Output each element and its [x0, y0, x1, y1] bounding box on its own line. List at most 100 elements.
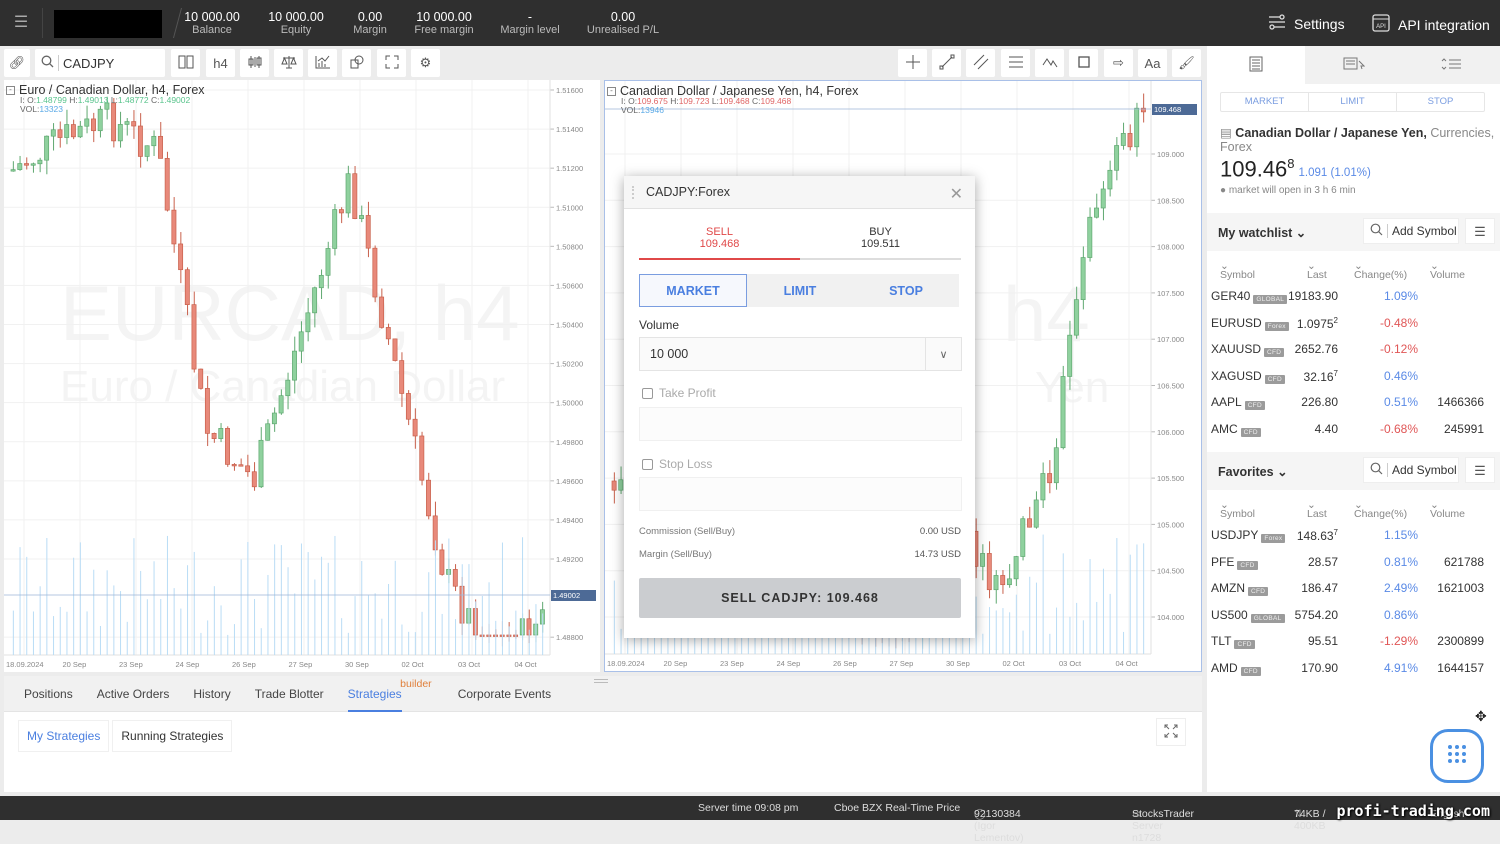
watchlist-row[interactable]: AMC CFD 4.40 -0.68% 245991	[1207, 416, 1500, 442]
stop-loss-input[interactable]	[639, 477, 962, 511]
volume-field[interactable]: 10 000 ∨	[639, 337, 962, 371]
tab-active-orders[interactable]: Active Orders	[97, 676, 170, 712]
collapse-icon[interactable]: -	[6, 85, 15, 95]
chevron-down-icon[interactable]: ∨	[925, 338, 961, 370]
watchlist-row[interactable]: AMD CFD 170.90 4.91% 1644157	[1207, 655, 1500, 681]
watchlist-row[interactable]: AMZN CFD 186.47 2.49% 1621003	[1207, 575, 1500, 601]
tab-sort-list[interactable]	[1402, 46, 1500, 84]
candle-body	[64, 124, 70, 138]
sell-submit-button[interactable]: SELL CADJPY: 109.468	[639, 578, 961, 618]
quick-type-stop[interactable]: STOP	[1397, 93, 1484, 111]
crosshair-tool[interactable]	[898, 49, 927, 77]
volume-label: Volume	[639, 318, 680, 332]
expand-panel-button[interactable]	[1156, 718, 1186, 746]
quick-type-limit[interactable]: LIMIT	[1309, 93, 1397, 111]
favorites-menu-icon[interactable]: ☰	[1465, 457, 1495, 483]
apps-fab-button[interactable]	[1430, 729, 1484, 783]
watchlist-row[interactable]: USDJPY Forex 148.637 1.15%	[1207, 522, 1500, 548]
watchlist-title[interactable]: My watchlist ⌄	[1218, 225, 1306, 240]
candle-body	[204, 388, 210, 434]
col-last[interactable]: Last ⌄	[1307, 260, 1327, 281]
tab-order-ticket[interactable]	[1207, 46, 1305, 84]
tab-history[interactable]: History	[193, 676, 230, 712]
close-value: 1.49002	[159, 95, 191, 105]
brush-tool[interactable]: 🖌︎	[1172, 49, 1201, 77]
tab-quick-trade[interactable]	[1305, 46, 1403, 84]
close-icon[interactable]: ✕	[950, 184, 963, 204]
add-symbol-button[interactable]: Add Symbol	[1363, 218, 1459, 244]
watchlist-row[interactable]: US500 GLOBAL 5754.20 0.86%	[1207, 602, 1500, 628]
col-last[interactable]: Last ⌄	[1307, 499, 1327, 520]
dialog-header[interactable]: CADJPY:Forex ✕	[624, 176, 975, 209]
add-symbol-button[interactable]: Add Symbol	[1363, 457, 1459, 483]
collapse-icon[interactable]: -	[607, 86, 616, 96]
rectangle-tool[interactable]	[1069, 49, 1098, 77]
arrow-tool[interactable]: ⇨	[1104, 49, 1133, 77]
channel-tool[interactable]	[966, 49, 995, 77]
symbol-search[interactable]: CADJPY	[35, 49, 165, 77]
candle-body	[211, 433, 217, 439]
drag-handle-icon[interactable]	[632, 186, 636, 199]
order-type-stop[interactable]: STOP	[853, 274, 959, 307]
fullscreen-button[interactable]	[377, 49, 406, 77]
chart-type-button[interactable]	[240, 49, 269, 77]
tab-positions[interactable]: Positions	[24, 676, 73, 712]
tab-corporate-events[interactable]: Corporate Events	[458, 676, 551, 712]
col-change[interactable]: Change(%) ⌄	[1354, 499, 1407, 520]
favorites-title[interactable]: Favorites ⌄	[1218, 464, 1288, 479]
timeframe-button[interactable]: h4	[206, 49, 235, 77]
order-type-limit[interactable]: LIMIT	[747, 274, 853, 307]
resize-handle[interactable]	[594, 679, 608, 683]
col-volume[interactable]: Volume ⌄	[1430, 260, 1465, 281]
chart-settings-button[interactable]: ⚙	[411, 49, 440, 77]
compare-button[interactable]	[274, 49, 303, 77]
watchlist-row[interactable]: TLT CFD 95.51 -1.29% 2300899	[1207, 628, 1500, 654]
fibonacci-tool[interactable]	[1001, 49, 1030, 77]
tab-trade-blotter[interactable]: Trade Blotter	[255, 676, 324, 712]
api-integration-button[interactable]: API API integration	[1372, 14, 1490, 35]
watchlist-row[interactable]: PFE CFD 28.57 0.81% 621788	[1207, 549, 1500, 575]
price-tick-label: 1.49800	[556, 438, 583, 447]
subtab-running-strategies[interactable]: Running Strategies	[112, 720, 233, 752]
objects-button[interactable]	[342, 49, 371, 77]
stop-loss-checkbox[interactable]	[642, 458, 653, 470]
row-change: 0.46%	[1383, 368, 1418, 383]
hamburger-menu-icon[interactable]: ☰	[10, 12, 32, 34]
link-button[interactable]: 🔗︎	[4, 49, 30, 77]
date-tick-label: 20 Sep	[63, 660, 87, 669]
symbol-input[interactable]: CADJPY	[63, 56, 114, 71]
tab-strategies[interactable]: Strategies builder	[347, 676, 432, 712]
move-icon[interactable]: ✥	[1475, 708, 1487, 725]
col-symbol[interactable]: Symbol ⌄	[1220, 499, 1255, 520]
text-tool[interactable]: Aa	[1138, 49, 1167, 77]
watchlist-row[interactable]: XAGUSD CFD 32.167 0.46%	[1207, 363, 1500, 389]
take-profit-checkbox[interactable]	[642, 387, 653, 399]
watchlist-row[interactable]: EURUSD Forex 1.09752 -0.48%	[1207, 310, 1500, 336]
col-symbol[interactable]: Symbol ⌄	[1220, 260, 1255, 281]
order-type-market[interactable]: MARKET	[639, 274, 747, 307]
subtab-my-strategies[interactable]: My Strategies	[18, 720, 110, 752]
sell-tab[interactable]: SELL 109.468	[639, 224, 800, 260]
col-change[interactable]: Change(%) ⌄	[1354, 260, 1407, 281]
add-symbol-label: Add Symbol	[1392, 224, 1457, 238]
watchlist-menu-icon[interactable]: ☰	[1465, 218, 1495, 244]
indicators-button[interactable]	[308, 49, 337, 77]
buy-tab[interactable]: BUY 109.511	[800, 224, 961, 258]
watchlist-row[interactable]: AAPL CFD 226.80 0.51% 1466366	[1207, 389, 1500, 415]
volume-value[interactable]: 10 000	[640, 347, 925, 361]
settings-button[interactable]: Settings	[1268, 14, 1345, 33]
chart-canvas[interactable]: 1.51600 1.51400 1.51200 1.51000 1.50800 1.506…	[4, 80, 600, 672]
account-selector[interactable]	[54, 10, 162, 38]
take-profit-input[interactable]	[639, 407, 962, 441]
side-tabs: SELL 109.468 BUY 109.511	[639, 224, 961, 260]
quick-type-market[interactable]: MARKET	[1221, 93, 1309, 111]
chart-eurcad[interactable]: EURCAD, h4 Euro / Canadian Dollar 1.5160…	[4, 80, 600, 672]
trendline-tool[interactable]	[932, 49, 961, 77]
candle-body	[1013, 556, 1019, 580]
watchlist-row[interactable]: XAUUSD CFD 2652.76 -0.12%	[1207, 336, 1500, 362]
candle-body	[278, 395, 284, 414]
watchlist-row[interactable]: GER40 GLOBAL 19183.90 1.09%	[1207, 283, 1500, 309]
col-volume[interactable]: Volume ⌄	[1430, 499, 1465, 520]
layout-button[interactable]	[171, 49, 200, 77]
pattern-tool[interactable]	[1035, 49, 1064, 77]
